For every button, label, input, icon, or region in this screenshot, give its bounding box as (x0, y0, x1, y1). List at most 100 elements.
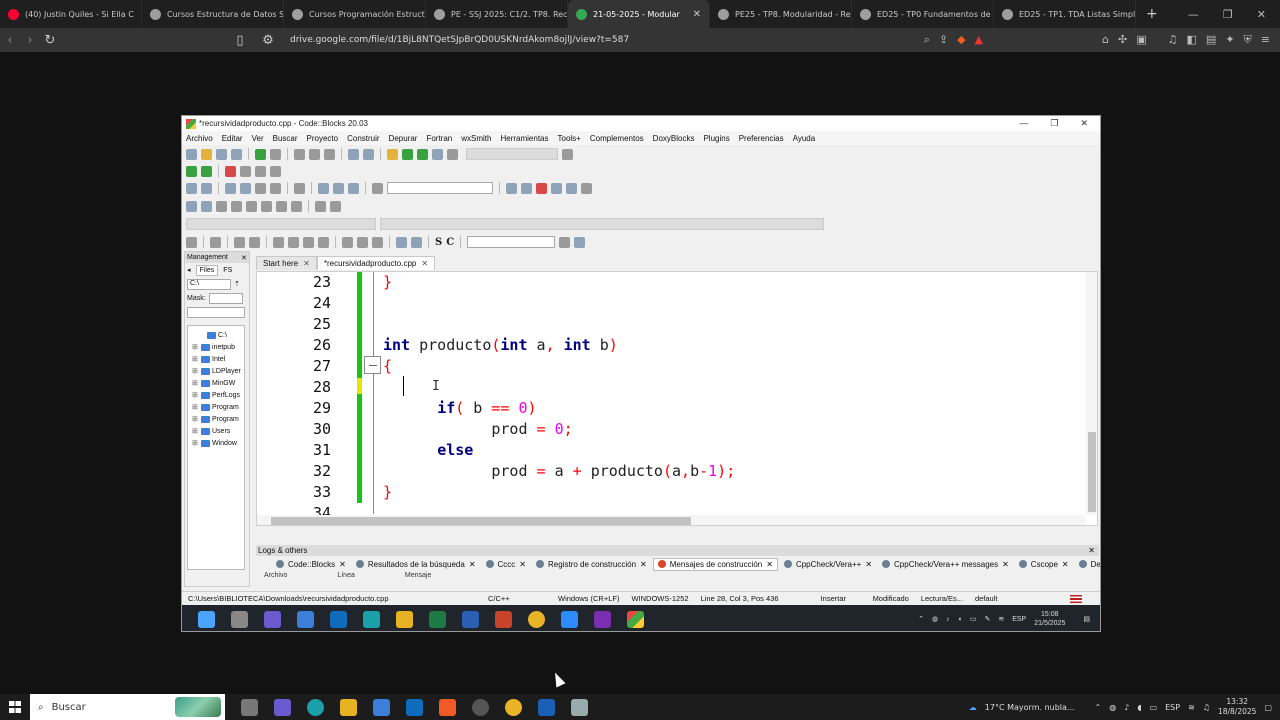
logs-tab-close-icon[interactable]: ✕ (519, 560, 526, 569)
replace-icon[interactable] (363, 148, 374, 160)
zoom-in-icon[interactable] (396, 236, 407, 248)
comment-icon[interactable] (225, 182, 236, 194)
logs-column-header[interactable]: Línea (337, 572, 355, 579)
symbol-combo[interactable] (387, 182, 493, 194)
save-all-icon[interactable] (231, 148, 242, 160)
open-file-icon[interactable] (201, 148, 212, 160)
next-occurrence-icon[interactable] (521, 182, 532, 194)
new-tab-icon[interactable]: + (1136, 6, 1168, 22)
expand-icon[interactable]: ⊞ (192, 367, 199, 375)
brave-rewards-icon[interactable]: ▲ (975, 33, 983, 47)
brave-shield-icon[interactable]: ◆ (957, 33, 965, 47)
expand-icon[interactable]: ⊞ (192, 403, 199, 411)
browser-tab[interactable]: 21-05-2025 - Modular ✕ (568, 0, 710, 28)
media-icon[interactable]: ♫ (1168, 33, 1178, 47)
break-icon[interactable] (276, 200, 287, 212)
layout-icon-8[interactable] (357, 236, 368, 248)
tray-volume-icon[interactable]: ◖ (1137, 703, 1141, 712)
expand-icon[interactable]: ⊞ (192, 343, 199, 351)
menu-item[interactable]: Proyecto (307, 134, 339, 143)
fortran-app-icon[interactable] (538, 698, 555, 716)
step-instruction-icon[interactable] (261, 200, 272, 212)
expand-icon[interactable]: ⊞ (192, 355, 199, 363)
layout-icon-4[interactable] (288, 236, 299, 248)
code-line[interactable]: 32 prod = a + producto(a,b-1); (257, 461, 1087, 482)
run-icon[interactable] (402, 148, 413, 160)
weather-text[interactable]: 17°C Mayorm. nubla... (985, 703, 1075, 712)
outlook-icon[interactable] (406, 698, 423, 716)
store-icon[interactable] (373, 698, 390, 716)
jump-forward-icon[interactable] (201, 165, 212, 177)
extensions-icon[interactable]: ✣ (1118, 33, 1127, 47)
code-line[interactable]: 28 (257, 377, 1087, 398)
menu-item[interactable]: Plugins (703, 134, 729, 143)
layout-icon-6[interactable] (318, 236, 329, 248)
logs-tab[interactable]: Cscope ✕ (1015, 559, 1073, 570)
bookmark-toggle-icon[interactable] (225, 165, 236, 177)
edge-icon[interactable] (307, 698, 324, 716)
browser-tab[interactable]: ED25 - TP0 Fundamentos de P (852, 0, 994, 28)
close-icon[interactable]: ✕ (1257, 8, 1266, 21)
spell-icon[interactable] (566, 182, 577, 194)
step-into-icon[interactable] (216, 200, 227, 212)
rect-icon[interactable] (210, 236, 221, 248)
start-button[interactable] (0, 694, 30, 720)
code-line[interactable]: 24 (257, 293, 1087, 314)
logs-tab-close-icon[interactable]: ✕ (1062, 560, 1069, 569)
pointer-icon[interactable] (186, 236, 197, 248)
task-view-icon[interactable] (241, 698, 258, 716)
debug-icon[interactable] (186, 182, 197, 194)
code-line[interactable]: 31 else (257, 440, 1087, 461)
drive-up-icon[interactable]: ⇡ (234, 280, 240, 288)
menu-item[interactable]: Buscar (273, 134, 298, 143)
abort-icon[interactable] (447, 148, 458, 160)
cut-icon[interactable] (294, 148, 305, 160)
tree-node[interactable]: ⊞ LDPlayer (188, 365, 244, 377)
stream-comment-icon[interactable] (270, 182, 281, 194)
restore-icon[interactable]: ❐ (1050, 118, 1058, 129)
maximize-icon[interactable]: ❐ (1223, 8, 1233, 21)
layout-icon-1[interactable] (234, 236, 245, 248)
taskbar-clock[interactable]: 13:32 18/8/2025 (1218, 697, 1256, 717)
editor-tab[interactable]: *recursividadproducto.cpp ✕ (316, 256, 436, 270)
logs-column-header[interactable]: Mensaje (405, 572, 431, 579)
tree-node[interactable]: ⊞ Intel (188, 353, 244, 365)
tray-wifi-icon[interactable]: ≋ (1188, 703, 1195, 712)
tray-mic-icon[interactable]: ♪ (1124, 703, 1129, 712)
tab-scroll-left-icon[interactable]: ◂ (187, 266, 191, 274)
browser-tab[interactable]: PE - SSJ 2025: C1/2. TP8. Recu (426, 0, 568, 28)
highlight-icon[interactable] (536, 182, 547, 194)
chrome-icon[interactable] (505, 698, 522, 716)
code-line[interactable]: 23} (257, 272, 1087, 293)
regex-icon[interactable] (581, 182, 592, 194)
code-line[interactable]: 26 int producto(int a, int b) (257, 335, 1087, 356)
logs-tab-close-icon[interactable]: ✕ (469, 560, 476, 569)
logs-tab-close-icon[interactable]: ✕ (1002, 560, 1009, 569)
tab-files[interactable]: Files (195, 264, 219, 276)
translate-icon[interactable]: ⌂ (1102, 33, 1109, 47)
menu-item[interactable]: wxSmith (461, 134, 491, 143)
forward-icon[interactable]: › (20, 33, 40, 48)
sidebar-icon[interactable]: ◧ (1187, 33, 1197, 47)
editor-tab-close-icon[interactable]: ✕ (421, 259, 428, 268)
run-to-cursor-icon[interactable] (201, 182, 212, 194)
reload-icon[interactable]: ↻ (40, 33, 60, 48)
browser-tab[interactable]: (40) Justin Quiles - Si Ella C (0, 0, 142, 28)
tab-fs[interactable]: FS (223, 267, 232, 274)
vertical-scroll-thumb[interactable] (1088, 432, 1096, 512)
leo-ai-icon[interactable]: ✦ (1225, 33, 1234, 47)
rebuild-icon[interactable] (432, 148, 443, 160)
tree-node[interactable]: ⊞ Window (188, 437, 244, 449)
copilot-icon[interactable] (274, 698, 291, 716)
c-icon[interactable]: C (446, 237, 454, 248)
tree-node[interactable]: ⊞ Program (188, 401, 244, 413)
editor-tab[interactable]: Start here ✕ (256, 256, 317, 270)
tray-speaker-icon[interactable]: ♫ (1203, 703, 1210, 712)
browser-tab[interactable]: ED25 - TP1. TDA Listas Simple (994, 0, 1136, 28)
wallet-icon[interactable]: ▤ (1206, 33, 1216, 47)
menu-item[interactable]: Preferencias (739, 134, 784, 143)
management-close-icon[interactable]: ✕ (241, 254, 249, 262)
taskbar-search[interactable]: ⌕ Buscar (30, 694, 225, 720)
weather-icon[interactable]: ☁ (969, 703, 977, 712)
menu-item[interactable]: Archivo (186, 134, 213, 143)
